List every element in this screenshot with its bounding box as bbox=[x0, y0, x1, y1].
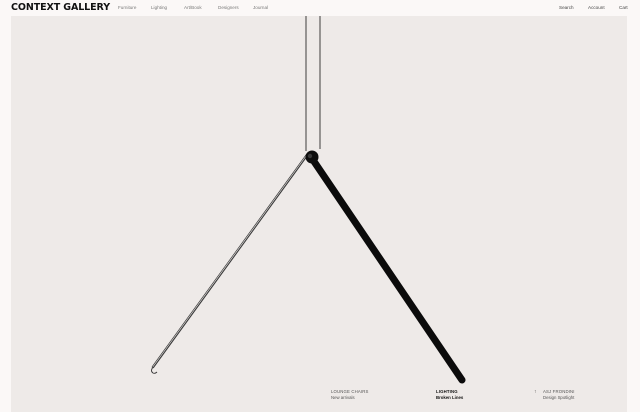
lamp-joint-highlight bbox=[307, 153, 313, 159]
lamp-thick-arm bbox=[307, 153, 466, 384]
site-logo[interactable]: CONTEXT GALLERY bbox=[11, 3, 110, 13]
slide-subtitle: Design Spotlight bbox=[543, 394, 575, 400]
lamp-light-strip bbox=[151, 155, 307, 369]
slide-asj-frondini[interactable]: ASJ FRONDINI Design Spotlight bbox=[543, 389, 575, 400]
lamp-joint bbox=[305, 150, 319, 164]
slide-lighting[interactable]: LIGHTING Broken Lines bbox=[436, 389, 463, 400]
slide-subtitle: New arrivals bbox=[331, 394, 355, 400]
nav-furniture[interactable]: Furniture bbox=[118, 5, 136, 11]
slide-subtitle: Broken Lines bbox=[436, 394, 464, 400]
arrow-up-icon: ↑ bbox=[534, 389, 537, 395]
slide-category: LOUNGE CHAIRS bbox=[331, 389, 369, 394]
nav-art-book[interactable]: Art/Book bbox=[184, 5, 202, 11]
nav-journal[interactable]: Journal bbox=[253, 5, 268, 11]
slide-category: ASJ FRONDINI bbox=[543, 389, 575, 394]
search-link[interactable]: Search bbox=[559, 5, 574, 11]
lamp-arm-end-hook bbox=[151, 366, 158, 374]
hero-banner[interactable]: LOUNGE CHAIRS New arrivals LIGHTING Brok… bbox=[11, 16, 627, 412]
pendant-lamp-image bbox=[151, 16, 466, 384]
nav-lighting[interactable]: Lighting bbox=[151, 5, 167, 11]
slide-lounge-chairs[interactable]: LOUNGE CHAIRS New arrivals bbox=[331, 389, 369, 400]
cart-link[interactable]: Cart bbox=[619, 5, 628, 11]
nav-designers[interactable]: Designers bbox=[218, 5, 239, 11]
account-link[interactable]: Account bbox=[588, 5, 605, 11]
top-navigation-bar: CONTEXT GALLERY Furniture Lighting Art/B… bbox=[0, 0, 640, 16]
